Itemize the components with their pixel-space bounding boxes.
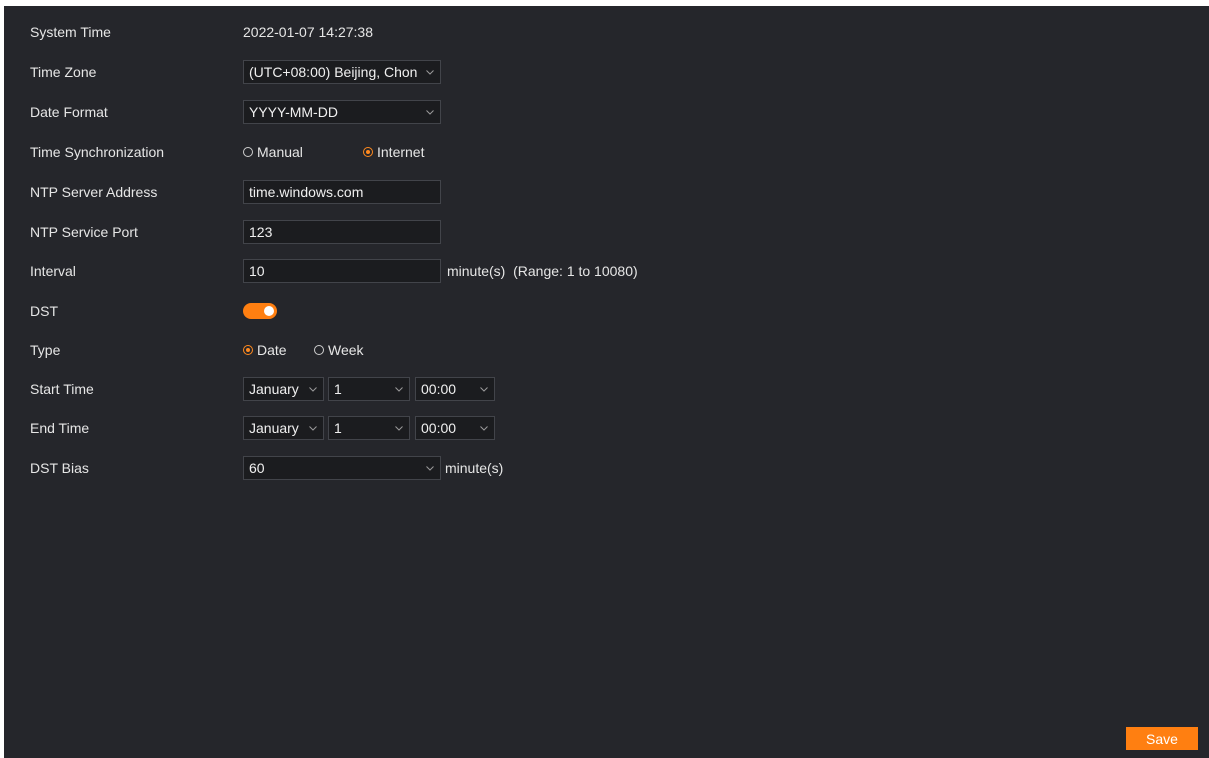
start-hour-select[interactable]: 00:00	[415, 377, 495, 401]
ntp-port-input[interactable]: 123	[243, 220, 441, 244]
start-day-select[interactable]: 1	[328, 377, 410, 401]
time-zone-row: Time Zone (UTC+08:00) Beijing, Chon	[4, 60, 1209, 84]
time-zone-label: Time Zone	[30, 64, 97, 80]
dst-bias-suffix: minute(s)	[445, 460, 504, 476]
ntp-server-input[interactable]: time.windows.com	[243, 180, 441, 204]
type-row: Type Date Week	[4, 338, 1209, 362]
start-month-value: January	[249, 381, 299, 397]
interval-label: Interval	[30, 263, 76, 279]
type-date-label: Date	[257, 342, 287, 358]
dst-bias-value: 60	[249, 460, 265, 476]
start-month-select[interactable]: January	[243, 377, 324, 401]
ntp-server-value: time.windows.com	[249, 184, 364, 200]
ntp-server-row: NTP Server Address time.windows.com	[4, 180, 1209, 204]
time-sync-manual-radio[interactable]: Manual	[243, 144, 363, 160]
save-button[interactable]: Save	[1126, 727, 1198, 750]
end-hour-value: 00:00	[421, 420, 457, 436]
start-time-ctrl: January 1 00:00	[243, 377, 495, 401]
date-format-ctrl: YYYY-MM-DD	[243, 100, 441, 124]
interval-value: 10	[249, 263, 265, 279]
time-zone-ctrl: (UTC+08:00) Beijing, Chon	[243, 60, 441, 84]
time-sync-row: Time Synchronization Manual Internet	[4, 140, 1209, 164]
dst-bias-row: DST Bias 60 minute(s)	[4, 456, 1209, 480]
ntp-port-row: NTP Service Port 123	[4, 220, 1209, 244]
system-time-value-wrap: 2022-01-07 14:27:38	[243, 20, 373, 44]
date-format-select[interactable]: YYYY-MM-DD	[243, 100, 441, 124]
time-sync-label: Time Synchronization	[30, 144, 165, 160]
radio-off-icon	[243, 147, 253, 157]
ntp-server-label: NTP Server Address	[30, 184, 158, 200]
ntp-port-label: NTP Service Port	[30, 224, 138, 240]
start-time-row: Start Time January 1 00:00	[4, 377, 1209, 401]
time-zone-select[interactable]: (UTC+08:00) Beijing, Chon	[243, 60, 441, 84]
system-time-row: System Time 2022-01-07 14:27:38	[4, 20, 1209, 44]
dst-bias-select[interactable]: 60	[243, 456, 441, 480]
dst-label: DST	[30, 303, 58, 319]
start-hour-value: 00:00	[421, 381, 457, 397]
date-format-label: Date Format	[30, 104, 108, 120]
ntp-server-ctrl: time.windows.com	[243, 180, 441, 204]
start-time-label: Start Time	[30, 381, 94, 397]
dst-toggle[interactable]	[243, 303, 277, 319]
time-sync-manual-label: Manual	[257, 144, 303, 160]
radio-off-icon	[314, 345, 324, 355]
end-day-select[interactable]: 1	[328, 416, 410, 440]
type-ctrl: Date Week	[243, 338, 364, 362]
start-day-value: 1	[334, 381, 342, 397]
date-format-value: YYYY-MM-DD	[249, 104, 338, 120]
ntp-port-ctrl: 123	[243, 220, 441, 244]
radio-on-icon	[363, 147, 373, 157]
dst-row: DST	[4, 299, 1209, 323]
end-day-value: 1	[334, 420, 342, 436]
chevron-down-icon	[308, 378, 318, 400]
system-time-label: System Time	[30, 24, 111, 40]
time-sync-ctrl: Manual Internet	[243, 140, 424, 164]
ntp-port-value: 123	[249, 224, 273, 240]
time-zone-value: (UTC+08:00) Beijing, Chon	[249, 64, 418, 80]
chevron-down-icon	[479, 378, 489, 400]
end-time-row: End Time January 1 00:00	[4, 416, 1209, 440]
type-date-radio[interactable]: Date	[243, 342, 314, 358]
chevron-down-icon	[425, 101, 435, 123]
dst-bias-label: DST Bias	[30, 460, 89, 476]
type-week-label: Week	[328, 342, 364, 358]
time-sync-internet-radio[interactable]: Internet	[363, 144, 424, 160]
end-month-select[interactable]: January	[243, 416, 324, 440]
end-month-value: January	[249, 420, 299, 436]
type-label: Type	[30, 342, 61, 358]
chevron-down-icon	[425, 61, 435, 83]
dst-ctrl	[243, 299, 277, 323]
time-sync-internet-label: Internet	[377, 144, 425, 160]
end-time-ctrl: January 1 00:00	[243, 416, 495, 440]
type-week-radio[interactable]: Week	[314, 342, 364, 358]
dst-bias-ctrl: 60 minute(s)	[243, 456, 503, 480]
radio-on-icon	[243, 345, 253, 355]
system-time-value: 2022-01-07 14:27:38	[243, 24, 373, 40]
chevron-down-icon	[394, 417, 404, 439]
chevron-down-icon	[308, 417, 318, 439]
time-settings-panel: System Time 2022-01-07 14:27:38 Time Zon…	[4, 6, 1209, 758]
end-time-label: End Time	[30, 420, 90, 436]
interval-ctrl: 10 minute(s) (Range: 1 to 10080)	[243, 259, 638, 283]
chevron-down-icon	[425, 457, 435, 479]
toggle-knob	[264, 306, 274, 316]
end-hour-select[interactable]: 00:00	[415, 416, 495, 440]
interval-suffix: minute(s) (Range: 1 to 10080)	[447, 263, 638, 279]
interval-input[interactable]: 10	[243, 259, 441, 283]
chevron-down-icon	[394, 378, 404, 400]
interval-row: Interval 10 minute(s) (Range: 1 to 10080…	[4, 259, 1209, 283]
date-format-row: Date Format YYYY-MM-DD	[4, 100, 1209, 124]
chevron-down-icon	[479, 417, 489, 439]
